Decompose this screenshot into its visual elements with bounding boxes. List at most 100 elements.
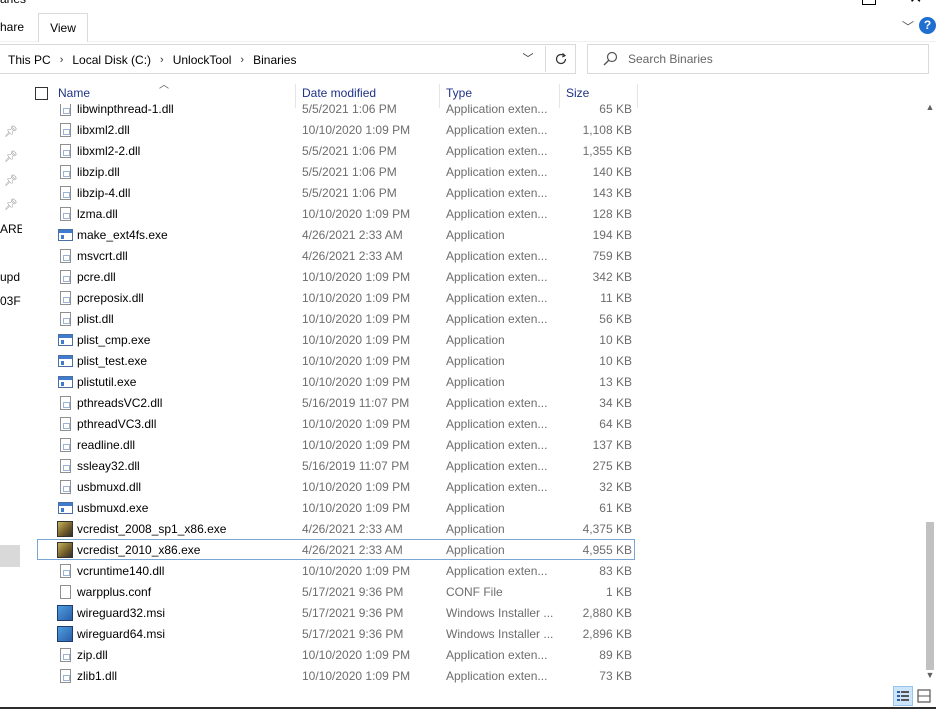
breadcrumb-unlocktool[interactable]: UnlockTool xyxy=(173,53,232,67)
tab-share[interactable]: hare xyxy=(0,20,24,34)
search-input[interactable]: Search Binaries xyxy=(628,52,713,66)
msi-icon xyxy=(57,626,73,642)
table-row[interactable]: readline.dll 10/10/2020 1:09 PM Applicatio… xyxy=(22,434,642,455)
scrollbar-thumb[interactable] xyxy=(926,522,934,670)
file-name: libzip.dll xyxy=(77,165,120,179)
table-row[interactable]: zip.dll 10/10/2020 1:09 PM Application ext… xyxy=(22,644,642,665)
table-row[interactable]: ssleay32.dll 5/16/2019 11:07 PM Applicatio… xyxy=(22,455,642,476)
breadcrumb-binaries[interactable]: Binaries xyxy=(253,53,296,67)
column-header-size[interactable]: Size xyxy=(566,86,589,104)
pin-icon[interactable]: 📌︎ xyxy=(4,174,18,188)
file-date-modified: 10/10/2020 1:09 PM xyxy=(302,270,411,284)
chevron-down-icon[interactable]: ﹀ xyxy=(899,18,917,36)
file-list: libwinpthread-1.dll 5/5/2021 1:06 PM Appli… xyxy=(22,104,922,684)
file-size: 1 KB xyxy=(605,585,632,599)
file-name: vcredist_2008_sp1_x86.exe xyxy=(77,522,227,536)
table-row[interactable]: warpplus.conf 5/17/2021 9:36 PM CONF File 1… xyxy=(22,581,642,602)
file-type: Application exten... xyxy=(446,459,548,473)
title-bar: aries ✕ xyxy=(0,0,936,8)
file-size: 143 KB xyxy=(592,186,632,200)
breadcrumb: This PC › Local Disk (C:) › UnlockTool ›… xyxy=(8,52,296,68)
file-name: libxml2.dll xyxy=(77,123,130,137)
table-row[interactable]: wireguard32.msi 5/17/2021 9:36 PM Windows … xyxy=(22,602,642,623)
table-row[interactable]: libzip.dll 5/5/2021 1:06 PM Application ex… xyxy=(22,161,642,182)
table-row[interactable]: zlib1.dll 10/10/2020 1:09 PM Application e… xyxy=(22,665,642,684)
pin-icon[interactable]: 📌︎ xyxy=(4,150,18,164)
scroll-up-icon[interactable]: ▲ xyxy=(924,102,936,114)
file-name: pcre.dll xyxy=(77,270,116,284)
dll-icon xyxy=(60,669,71,683)
nav-item-selected[interactable] xyxy=(0,545,20,567)
minimize-icon[interactable] xyxy=(862,0,876,5)
file-size: 128 KB xyxy=(592,207,632,221)
file-date-modified: 5/5/2021 1:06 PM xyxy=(302,165,397,179)
table-row[interactable]: plistutil.exe 10/10/2020 1:09 PM Applicati… xyxy=(22,371,642,392)
file-size: 34 KB xyxy=(599,396,632,410)
column-header-name[interactable]: Name xyxy=(58,86,90,104)
address-history-dropdown-icon[interactable]: ﹀ xyxy=(520,51,536,67)
table-row[interactable]: msvcrt.dll 4/26/2021 2:33 AM Application e… xyxy=(22,245,642,266)
file-name: libzip-4.dll xyxy=(77,186,131,200)
chevron-right-icon[interactable]: › xyxy=(240,54,244,66)
column-header-type[interactable]: Type xyxy=(446,86,472,104)
pin-icon[interactable]: 📌︎ xyxy=(4,125,18,139)
table-row[interactable]: pthreadsVC2.dll 5/16/2019 11:07 PM Applica… xyxy=(22,392,642,413)
table-row-selected[interactable]: vcredist_2010_x86.exe 4/26/2021 2:33 AM Ap… xyxy=(37,539,635,560)
nav-item-fragment[interactable]: ARE xyxy=(0,222,22,236)
table-row[interactable]: pcreposix.dll 10/10/2020 1:09 PM Applicati… xyxy=(22,287,642,308)
table-row[interactable]: libzip-4.dll 5/5/2021 1:06 PM Application … xyxy=(22,182,642,203)
address-bar[interactable]: This PC › Local Disk (C:) › UnlockTool ›… xyxy=(0,44,576,74)
large-icons-view-icon[interactable] xyxy=(914,686,934,706)
table-row[interactable]: pthreadVC3.dll 10/10/2020 1:09 PM Applicat… xyxy=(22,413,642,434)
table-row[interactable]: pcre.dll 10/10/2020 1:09 PM Application ex… xyxy=(22,266,642,287)
dll-icon xyxy=(60,648,71,662)
table-row[interactable]: libwinpthread-1.dll 5/5/2021 1:06 PM Appli… xyxy=(22,104,642,119)
file-size: 1,108 KB xyxy=(582,123,632,137)
file-name: libwinpthread-1.dll xyxy=(77,104,174,116)
table-row[interactable]: plist.dll 10/10/2020 1:09 PM Application e… xyxy=(22,308,642,329)
vertical-scrollbar[interactable]: ▲ ▼ xyxy=(924,102,936,684)
scroll-down-icon[interactable]: ▼ xyxy=(924,670,936,682)
file-size: 137 KB xyxy=(592,438,632,452)
status-bar xyxy=(0,684,936,709)
close-icon[interactable]: ✕ xyxy=(909,0,922,7)
table-row[interactable]: usbmuxd.dll 10/10/2020 1:09 PM Application… xyxy=(22,476,642,497)
table-row[interactable]: lzma.dll 10/10/2020 1:09 PM Application ex… xyxy=(22,203,642,224)
table-row[interactable]: libxml2.dll 10/10/2020 1:09 PM Application… xyxy=(22,119,642,140)
table-row[interactable]: wireguard64.msi 5/17/2021 9:36 PM Windows … xyxy=(22,623,642,644)
breadcrumb-this-pc[interactable]: This PC xyxy=(8,53,51,67)
exe-icon xyxy=(58,334,73,346)
table-row[interactable]: make_ext4fs.exe 4/26/2021 2:33 AM Applicat… xyxy=(22,224,642,245)
file-type: Application exten... xyxy=(446,165,548,179)
file-date-modified: 5/16/2019 11:07 PM xyxy=(302,459,410,473)
breadcrumb-local-disk[interactable]: Local Disk (C:) xyxy=(72,53,151,67)
nav-item-fragment[interactable]: 03F xyxy=(0,294,21,308)
tab-view[interactable]: View xyxy=(38,13,88,42)
column-header-date[interactable]: Date modified xyxy=(302,86,376,104)
dll-icon xyxy=(60,249,71,263)
refresh-button[interactable] xyxy=(545,46,575,72)
dll-icon xyxy=(60,144,71,158)
select-all-checkbox[interactable] xyxy=(35,87,48,100)
pin-icon[interactable]: 📌︎ xyxy=(4,198,18,212)
file-date-modified: 10/10/2020 1:09 PM xyxy=(302,417,411,431)
file-type: Windows Installer ... xyxy=(446,627,554,641)
table-row[interactable]: libxml2-2.dll 5/5/2021 1:06 PM Application… xyxy=(22,140,642,161)
table-row[interactable]: plist_test.exe 10/10/2020 1:09 PM Applicat… xyxy=(22,350,642,371)
table-row[interactable]: vcruntime140.dll 10/10/2020 1:09 PM Applic… xyxy=(22,560,642,581)
search-box[interactable]: Search Binaries xyxy=(587,44,929,74)
file-size: 89 KB xyxy=(599,648,632,662)
file-type: Application xyxy=(446,543,505,557)
file-size: 61 KB xyxy=(599,501,632,515)
chevron-right-icon[interactable]: › xyxy=(60,54,64,66)
file-size: 65 KB xyxy=(599,104,632,116)
help-icon[interactable]: ? xyxy=(919,17,936,34)
chevron-right-icon[interactable]: › xyxy=(160,54,164,66)
table-row[interactable]: plist_cmp.exe 10/10/2020 1:09 PM Applicati… xyxy=(22,329,642,350)
table-row[interactable]: vcredist_2008_sp1_x86.exe 4/26/2021 2:33 … xyxy=(22,518,642,539)
file-name: lzma.dll xyxy=(77,207,118,221)
table-row[interactable]: usbmuxd.exe 10/10/2020 1:09 PM Application… xyxy=(22,497,642,518)
details-view-icon[interactable] xyxy=(893,686,913,706)
nav-item-fragment[interactable]: upd xyxy=(0,270,20,284)
file-type: Application exten... xyxy=(446,564,548,578)
